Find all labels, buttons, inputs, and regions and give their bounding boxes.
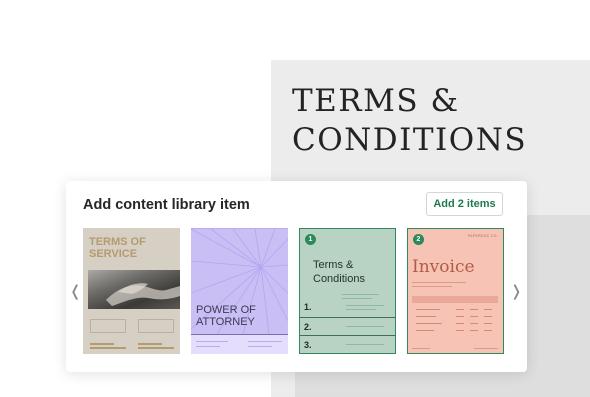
add-items-button[interactable]: Add 2 items: [426, 192, 503, 216]
template-card-terms-of-service[interactable]: TERMS OF SERVICE: [83, 228, 180, 354]
text-line: [90, 347, 126, 349]
text-line: [138, 343, 162, 345]
background-document-title: TERMS & CONDITIONS: [292, 83, 528, 158]
list-item: 2.: [300, 317, 395, 336]
signature-box: [90, 319, 126, 333]
template-title: POWER OF ATTORNEY: [196, 304, 256, 328]
selection-badge: 2: [413, 234, 424, 245]
template-title: Terms & Conditions: [313, 259, 365, 285]
content-library-dialog: Add content library item Add 2 items ❬ ❭…: [66, 181, 527, 372]
template-card-power-of-attorney[interactable]: POWER OF ATTORNEY: [191, 228, 288, 354]
text-line: [138, 347, 174, 349]
template-card-invoice[interactable]: 2 PAPERDOC CO. Invoice: [407, 228, 504, 354]
handshake-photo: [88, 270, 180, 309]
text-line: [90, 343, 114, 345]
signature-box: [138, 319, 174, 333]
template-title: Invoice: [412, 257, 475, 277]
invoice-table-header: [412, 296, 498, 303]
chevron-left-icon[interactable]: ❬: [69, 282, 82, 300]
selection-badge: 1: [305, 234, 316, 245]
list-item: 3.: [300, 335, 395, 353]
dialog-title: Add content library item: [83, 197, 250, 213]
text-line: [342, 294, 379, 295]
chevron-right-icon[interactable]: ❭: [510, 282, 523, 300]
list-item: 1.: [300, 298, 395, 317]
template-title: TERMS OF SERVICE: [89, 236, 146, 260]
invoice-header-text: PAPERDOC CO.: [467, 234, 498, 238]
template-footer: [191, 334, 288, 354]
template-card-terms-and-conditions[interactable]: 1 Terms & Conditions 1. 2. 3.: [299, 228, 396, 354]
